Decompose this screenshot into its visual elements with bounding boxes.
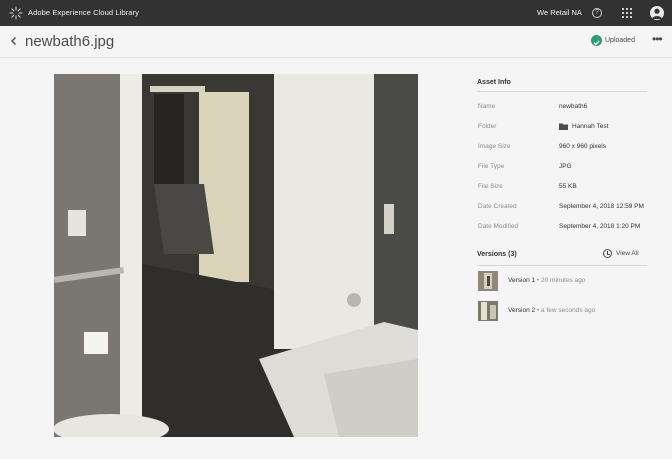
version-text: Version 1 • 20 minutes ago [508,277,586,284]
upload-status: Uploaded [605,37,635,44]
asset-header: newbath6.jpg Uploaded ••• [0,26,672,58]
divider [477,91,647,92]
asset-detail: Asset Info Name newbath6 Folder Hannah T… [0,58,672,459]
asset-preview-image [54,74,418,437]
info-label-date-modified: Date Modified [478,223,519,230]
info-value-folder[interactable]: Hannah Test [572,123,608,130]
info-label-image-size: Image Size [478,143,511,150]
version-name: Version 1 [508,277,536,284]
info-value-image-size: 960 x 960 pixels [559,143,606,150]
more-icon[interactable]: ••• [652,33,664,45]
apps-grid-icon[interactable] [622,8,632,18]
back-icon[interactable] [8,34,20,48]
org-switcher[interactable]: We Retail NA [537,8,582,17]
version-name: Version 2 [508,307,536,314]
top-bar: Adobe Experience Cloud Library We Retail… [0,0,672,26]
version-time: a few seconds ago [541,307,596,314]
version-item[interactable]: Version 2 • a few seconds ago [478,301,648,323]
info-label-folder: Folder [478,123,497,130]
view-all-label: View All [616,250,639,257]
version-text: Version 2 • a few seconds ago [508,307,596,314]
avatar-icon[interactable] [650,6,664,20]
version-thumbnail [478,271,498,291]
clock-icon [603,249,612,258]
folder-icon [559,123,568,130]
help-icon[interactable]: ? [592,8,602,18]
view-all-button[interactable]: View All [603,249,643,261]
app-title[interactable]: Adobe Experience Cloud Library [28,8,139,17]
version-time: 20 minutes ago [541,277,586,284]
version-thumbnail [478,301,498,321]
info-value-file-type: JPG [559,163,572,170]
info-label-date-created: Date Created [478,203,517,210]
versions-heading: Versions (3) [477,251,517,258]
divider [477,265,647,266]
info-value-file-size: 55 KB [559,183,577,190]
check-circle-icon [591,35,602,46]
info-label-name: Name [478,103,496,110]
info-value-name: newbath6 [559,103,588,110]
page-title: newbath6.jpg [25,33,115,50]
info-label-file-type: File Type [478,163,505,170]
adobe-logo-icon[interactable] [9,6,23,20]
asset-info-heading: Asset Info [477,79,511,86]
info-value-date-created: September 4, 2018 12:59 PM [559,203,644,210]
info-label-file-size: File Size [478,183,503,190]
info-value-date-modified: September 4, 2018 1:20 PM [559,223,641,230]
version-item[interactable]: Version 1 • 20 minutes ago [478,271,648,293]
